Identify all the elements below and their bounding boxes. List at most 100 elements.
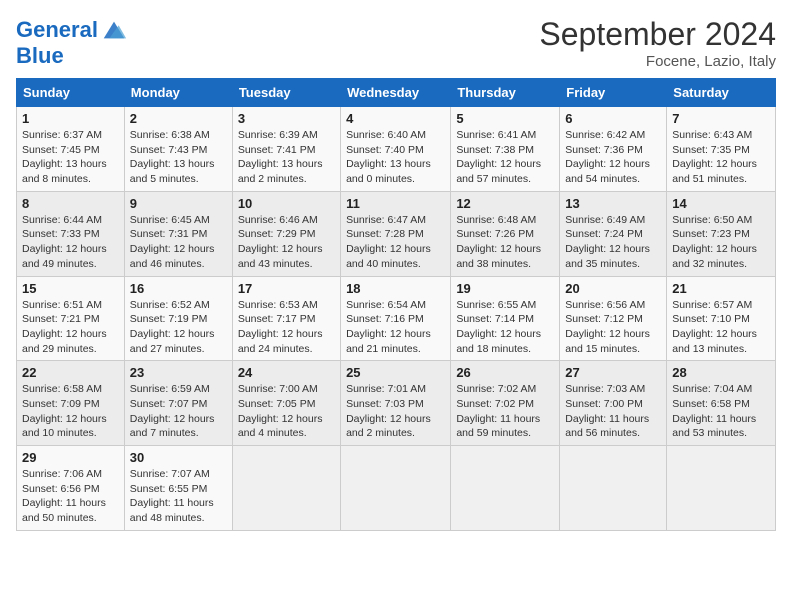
day-number: 14 — [672, 196, 770, 211]
month-title: September 2024 — [539, 16, 776, 53]
day-cell: 19 Sunrise: 6:55 AMSunset: 7:14 PMDayligh… — [451, 276, 560, 361]
day-number: 22 — [22, 365, 119, 380]
day-cell: 5Sunrise: 6:41 AMSunset: 7:38 PMDaylight… — [451, 107, 560, 192]
day-cell: 20 Sunrise: 6:56 AMSunset: 7:12 PMDayligh… — [560, 276, 667, 361]
day-cell: 9 Sunrise: 6:45 AMSunset: 7:31 PMDaylight… — [124, 191, 232, 276]
day-info: Sunrise: 6:54 AMSunset: 7:16 PMDaylight:… — [346, 298, 445, 357]
day-cell: 17Sunrise: 6:53 AMSunset: 7:17 PMDayligh… — [232, 276, 340, 361]
day-info: Sunrise: 6:47 AMSunset: 7:28 PMDaylight:… — [346, 213, 445, 272]
day-info: Sunrise: 6:56 AMSunset: 7:12 PMDaylight:… — [565, 298, 661, 357]
week-row: 29 Sunrise: 7:06 AMSunset: 6:56 PMDayligh… — [17, 446, 776, 531]
day-info: Sunrise: 6:50 AMSunset: 7:23 PMDaylight:… — [672, 213, 770, 272]
day-info: Sunrise: 7:04 AMSunset: 6:58 PMDaylight:… — [672, 382, 770, 441]
day-info: Sunrise: 6:49 AMSunset: 7:24 PMDaylight:… — [565, 213, 661, 272]
day-header-monday: Monday — [124, 79, 232, 107]
day-cell: 13 Sunrise: 6:49 AMSunset: 7:24 PMDayligh… — [560, 191, 667, 276]
day-cell: 8 Sunrise: 6:44 AMSunset: 7:33 PMDaylight… — [17, 191, 125, 276]
day-info: Sunrise: 6:52 AMSunset: 7:19 PMDaylight:… — [130, 298, 227, 357]
day-number: 20 — [565, 281, 661, 296]
logo-text-blue: Blue — [16, 44, 128, 68]
logo: General Blue — [16, 16, 128, 68]
day-info: Sunrise: 6:59 AMSunset: 7:07 PMDaylight:… — [130, 382, 227, 441]
day-cell: 10Sunrise: 6:46 AMSunset: 7:29 PMDayligh… — [232, 191, 340, 276]
day-cell — [667, 446, 776, 531]
day-number: 21 — [672, 281, 770, 296]
day-cell: 7 Sunrise: 6:43 AMSunset: 7:35 PMDaylight… — [667, 107, 776, 192]
day-number: 9 — [130, 196, 227, 211]
day-number: 25 — [346, 365, 445, 380]
day-info: Sunrise: 7:02 AMSunset: 7:02 PMDaylight:… — [456, 382, 554, 441]
day-number: 29 — [22, 450, 119, 465]
day-number: 6 — [565, 111, 661, 126]
day-info: Sunrise: 6:43 AMSunset: 7:35 PMDaylight:… — [672, 128, 770, 187]
day-number: 7 — [672, 111, 770, 126]
logo-text: General — [16, 18, 98, 42]
day-info: Sunrise: 6:40 AMSunset: 7:40 PMDaylight:… — [346, 128, 445, 187]
day-info: Sunrise: 6:48 AMSunset: 7:26 PMDaylight:… — [456, 213, 554, 272]
day-header-thursday: Thursday — [451, 79, 560, 107]
day-number: 15 — [22, 281, 119, 296]
day-cell: 11 Sunrise: 6:47 AMSunset: 7:28 PMDayligh… — [341, 191, 451, 276]
day-cell: 18 Sunrise: 6:54 AMSunset: 7:16 PMDayligh… — [341, 276, 451, 361]
day-info: Sunrise: 6:44 AMSunset: 7:33 PMDaylight:… — [22, 213, 119, 272]
day-cell: 22Sunrise: 6:58 AMSunset: 7:09 PMDayligh… — [17, 361, 125, 446]
day-number: 24 — [238, 365, 335, 380]
day-info: Sunrise: 6:42 AMSunset: 7:36 PMDaylight:… — [565, 128, 661, 187]
day-cell: 25 Sunrise: 7:01 AMSunset: 7:03 PMDayligh… — [341, 361, 451, 446]
day-info: Sunrise: 6:38 AMSunset: 7:43 PMDaylight:… — [130, 128, 227, 187]
day-number: 16 — [130, 281, 227, 296]
day-number: 18 — [346, 281, 445, 296]
day-cell: 26 Sunrise: 7:02 AMSunset: 7:02 PMDayligh… — [451, 361, 560, 446]
day-cell: 16 Sunrise: 6:52 AMSunset: 7:19 PMDayligh… — [124, 276, 232, 361]
day-number: 8 — [22, 196, 119, 211]
day-cell — [451, 446, 560, 531]
day-cell: 24 Sunrise: 7:00 AMSunset: 7:05 PMDayligh… — [232, 361, 340, 446]
day-number: 3 — [238, 111, 335, 126]
day-cell — [341, 446, 451, 531]
day-number: 1 — [22, 111, 119, 126]
day-number: 2 — [130, 111, 227, 126]
day-number: 10 — [238, 196, 335, 211]
day-number: 19 — [456, 281, 554, 296]
day-cell: 23 Sunrise: 6:59 AMSunset: 7:07 PMDayligh… — [124, 361, 232, 446]
day-cell: 6 Sunrise: 6:42 AMSunset: 7:36 PMDaylight… — [560, 107, 667, 192]
day-cell: 4 Sunrise: 6:40 AMSunset: 7:40 PMDaylight… — [341, 107, 451, 192]
day-header-saturday: Saturday — [667, 79, 776, 107]
day-header-tuesday: Tuesday — [232, 79, 340, 107]
day-info: Sunrise: 7:01 AMSunset: 7:03 PMDaylight:… — [346, 382, 445, 441]
week-row: 15 Sunrise: 6:51 AMSunset: 7:21 PMDayligh… — [17, 276, 776, 361]
header-row: SundayMondayTuesdayWednesdayThursdayFrid… — [17, 79, 776, 107]
day-info: Sunrise: 6:39 AMSunset: 7:41 PMDaylight:… — [238, 128, 335, 187]
day-number: 11 — [346, 196, 445, 211]
day-cell: 21 Sunrise: 6:57 AMSunset: 7:10 PMDayligh… — [667, 276, 776, 361]
day-number: 28 — [672, 365, 770, 380]
day-number: 12 — [456, 196, 554, 211]
day-header-friday: Friday — [560, 79, 667, 107]
day-number: 23 — [130, 365, 227, 380]
day-info: Sunrise: 7:07 AMSunset: 6:55 PMDaylight:… — [130, 467, 227, 526]
week-row: 22Sunrise: 6:58 AMSunset: 7:09 PMDayligh… — [17, 361, 776, 446]
day-info: Sunrise: 7:03 AMSunset: 7:00 PMDaylight:… — [565, 382, 661, 441]
day-number: 4 — [346, 111, 445, 126]
day-info: Sunrise: 6:57 AMSunset: 7:10 PMDaylight:… — [672, 298, 770, 357]
day-cell: 30 Sunrise: 7:07 AMSunset: 6:55 PMDayligh… — [124, 446, 232, 531]
day-info: Sunrise: 6:55 AMSunset: 7:14 PMDaylight:… — [456, 298, 554, 357]
day-info: Sunrise: 6:37 AMSunset: 7:45 PMDaylight:… — [22, 128, 119, 187]
day-cell: 29 Sunrise: 7:06 AMSunset: 6:56 PMDayligh… — [17, 446, 125, 531]
day-header-wednesday: Wednesday — [341, 79, 451, 107]
day-number: 13 — [565, 196, 661, 211]
day-info: Sunrise: 7:06 AMSunset: 6:56 PMDaylight:… — [22, 467, 119, 526]
week-row: 8 Sunrise: 6:44 AMSunset: 7:33 PMDaylight… — [17, 191, 776, 276]
day-number: 30 — [130, 450, 227, 465]
day-number: 5 — [456, 111, 554, 126]
day-cell: 14 Sunrise: 6:50 AMSunset: 7:23 PMDayligh… — [667, 191, 776, 276]
day-info: Sunrise: 6:45 AMSunset: 7:31 PMDaylight:… — [130, 213, 227, 272]
day-cell — [232, 446, 340, 531]
day-number: 26 — [456, 365, 554, 380]
day-cell: 12 Sunrise: 6:48 AMSunset: 7:26 PMDayligh… — [451, 191, 560, 276]
day-info: Sunrise: 6:51 AMSunset: 7:21 PMDaylight:… — [22, 298, 119, 357]
day-header-sunday: Sunday — [17, 79, 125, 107]
day-info: Sunrise: 7:00 AMSunset: 7:05 PMDaylight:… — [238, 382, 335, 441]
day-cell: 15 Sunrise: 6:51 AMSunset: 7:21 PMDayligh… — [17, 276, 125, 361]
day-cell: 1 Sunrise: 6:37 AMSunset: 7:45 PMDaylight… — [17, 107, 125, 192]
